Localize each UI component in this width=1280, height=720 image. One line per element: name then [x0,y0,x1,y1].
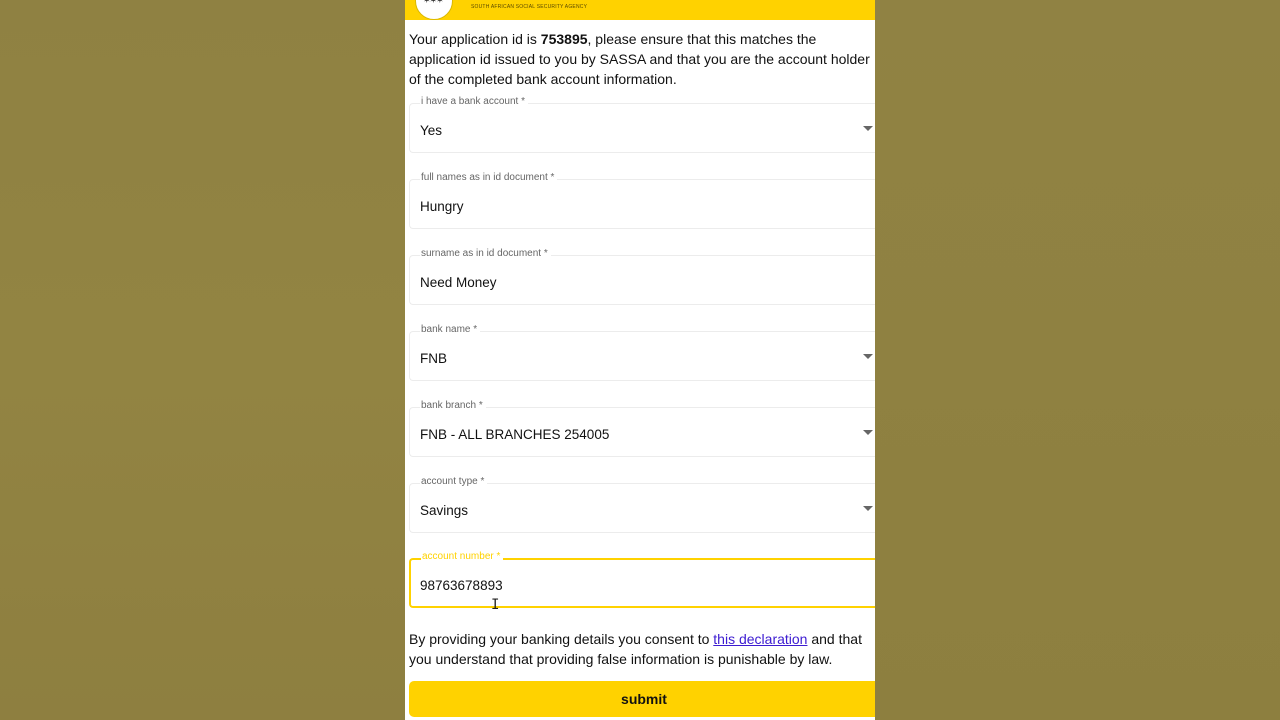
account-type-label: account type * [420,476,488,488]
surname-label: surname as in id document * [420,248,551,260]
consent-text: By providing your banking details you co… [409,629,875,669]
declaration-link[interactable]: this declaration [713,631,807,647]
bank-name-select[interactable]: bank name * FNB [409,324,875,381]
chevron-down-icon[interactable] [863,354,873,359]
account-number-label: account number * [421,551,504,563]
has-bank-account-value: Yes [420,123,443,138]
mobile-page: ✶✶✶ SOUTH AFRICAN SOCIAL SECURITY AGENCY… [405,0,875,720]
surname-field[interactable]: surname as in id document * Need Money [409,248,875,305]
sassa-logo: ✶✶✶ [415,0,453,20]
account-type-select[interactable]: account type * Savings [409,476,875,533]
submit-button[interactable]: submit [409,681,875,717]
chevron-down-icon[interactable] [863,430,873,435]
full-names-value[interactable]: Hungry [420,199,464,215]
full-names-field[interactable]: full names as in id document * Hungry [409,172,875,229]
agency-name: SOUTH AFRICAN SOCIAL SECURITY AGENCY [471,4,588,10]
full-names-label: full names as in id document * [420,172,558,184]
chevron-down-icon[interactable] [863,506,873,511]
has-bank-account-label: i have a bank account * [420,96,528,108]
application-intro: Your application id is 753895, please en… [409,29,875,89]
surname-value[interactable]: Need Money [420,275,497,291]
application-id: 753895 [540,31,588,47]
sassa-logo-icon: ✶✶✶ [423,0,444,6]
blurred-backdrop-left [0,0,405,720]
bank-name-value: FNB [420,351,447,366]
bank-branch-value: FNB - ALL BRANCHES 254005 [420,427,610,442]
bank-branch-select[interactable]: bank branch * FNB - ALL BRANCHES 254005 [409,400,875,457]
text-cursor-icon: I [491,597,500,613]
intro-text-start: Your application id is [409,31,541,47]
chevron-down-icon[interactable] [863,126,873,131]
consent-text-start: By providing your banking details you co… [409,631,714,647]
account-number-field[interactable]: account number * 98763678893 [409,551,875,608]
blurred-backdrop-right [875,0,1280,720]
has-bank-account-select[interactable]: i have a bank account * Yes [409,96,875,153]
account-type-value: Savings [420,503,469,518]
bank-branch-label: bank branch * [420,400,486,412]
account-number-value[interactable]: 98763678893 [420,578,503,594]
page-header: ✶✶✶ SOUTH AFRICAN SOCIAL SECURITY AGENCY [405,0,875,20]
bank-name-label: bank name * [420,324,481,336]
